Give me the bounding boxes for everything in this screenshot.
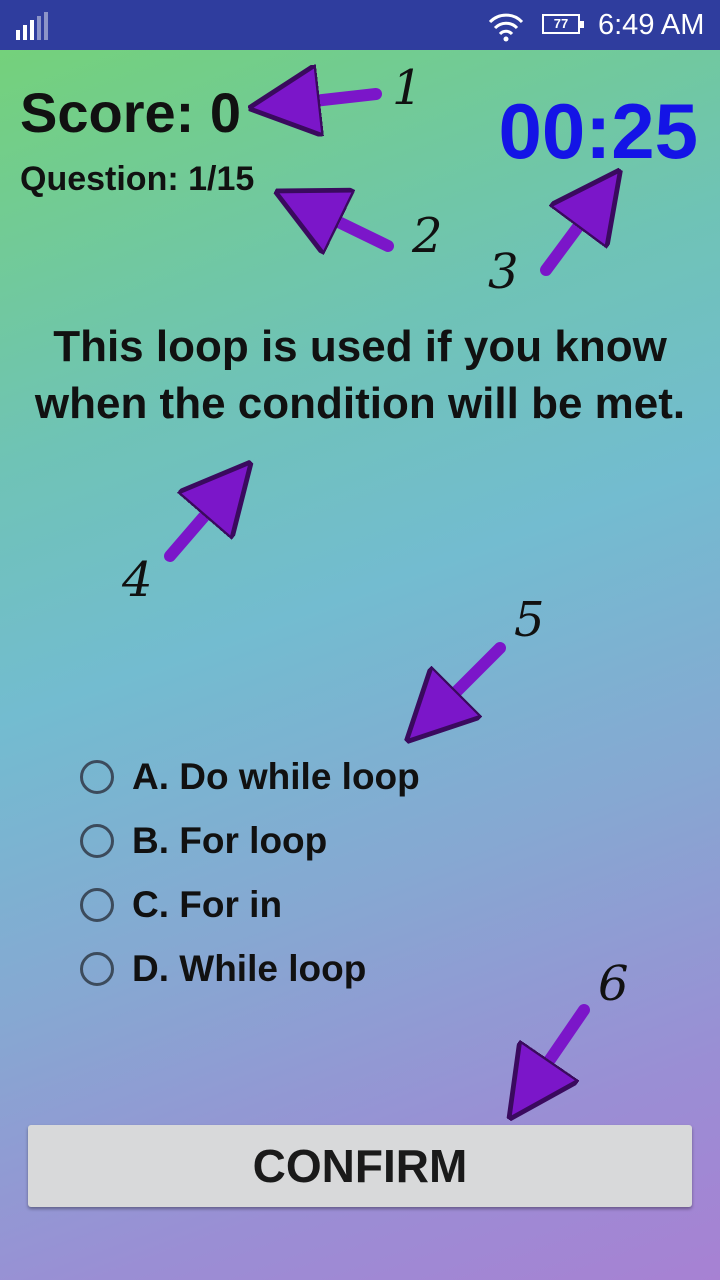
- status-time: 6:49 AM: [598, 9, 705, 41]
- option-d[interactable]: D. While loop: [80, 937, 420, 1001]
- wifi-icon: [488, 13, 524, 42]
- confirm-button[interactable]: CONFIRM: [28, 1125, 692, 1207]
- answer-options: A. Do while loop B. For loop C. For in D…: [80, 745, 420, 1001]
- score-label: Score: 0: [20, 81, 241, 144]
- radio-button[interactable]: [80, 888, 114, 922]
- option-c[interactable]: C. For in: [80, 873, 420, 937]
- radio-button[interactable]: [80, 952, 114, 986]
- radio-button[interactable]: [80, 760, 114, 794]
- option-a[interactable]: A. Do while loop: [80, 745, 420, 809]
- option-label: C. For in: [132, 884, 283, 925]
- question-text: This loop is used if you know when the c…: [34, 322, 686, 428]
- question-counter: Question: 1/15: [20, 160, 255, 198]
- option-label: D. While loop: [132, 948, 367, 989]
- signal-icon: [16, 12, 48, 40]
- radio-button[interactable]: [80, 824, 114, 858]
- battery-icon: 77: [542, 14, 584, 34]
- option-b[interactable]: B. For loop: [80, 809, 420, 873]
- option-label: A. Do while loop: [132, 756, 420, 797]
- quiz-screen: Score: 0 Question: 1/15 00:25 This loop …: [0, 50, 720, 1280]
- countdown-timer: 00:25: [498, 87, 699, 175]
- status-bar: 77 6:49 AM: [0, 0, 720, 50]
- option-label: B. For loop: [132, 820, 328, 861]
